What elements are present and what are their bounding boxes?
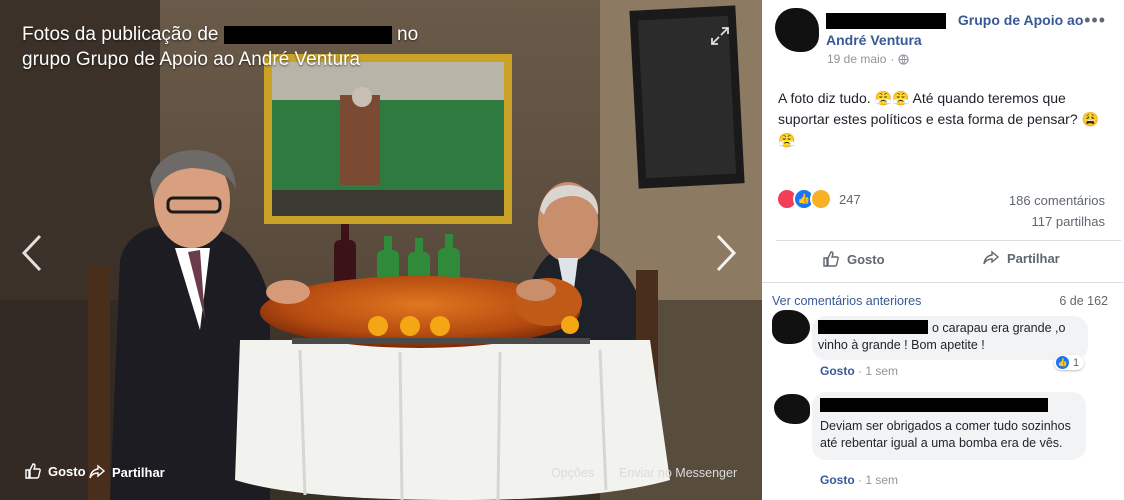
commenter-avatar[interactable]: [774, 394, 810, 424]
more-options-icon[interactable]: •••: [1084, 10, 1106, 31]
post-stats: 186 comentários 117 partilhas: [1009, 190, 1105, 232]
comment-like-badge[interactable]: 👍 1: [1054, 355, 1085, 370]
comments-count-link[interactable]: 186 comentários: [1009, 190, 1105, 211]
post-panel: Grupo de Apoio ao André Ventura ••• 19 d…: [762, 0, 1124, 500]
photo: [0, 0, 762, 500]
comment-time[interactable]: 1 sem: [865, 364, 898, 378]
previous-photo-button[interactable]: [18, 232, 46, 274]
redacted-commenter-name[interactable]: [820, 398, 1048, 412]
share-arrow-icon: [983, 250, 1000, 265]
viewer-like-label: Gosto: [48, 463, 86, 479]
shares-count-link[interactable]: 117 partilhas: [1009, 211, 1105, 232]
comment-actions: Gosto · 1 sem: [820, 473, 899, 487]
redacted-commenter-name[interactable]: [818, 320, 928, 334]
viewer-share-button[interactable]: Partilhar: [88, 464, 165, 480]
comment-text: Deviam ser obrigados a comer tudo sozinh…: [820, 419, 1071, 450]
comment-like-link[interactable]: Gosto: [820, 364, 855, 378]
send-in-messenger-link[interactable]: Enviar no Messenger: [619, 466, 737, 480]
post-header: Grupo de Apoio ao André Ventura: [826, 10, 1110, 50]
comment-time[interactable]: 1 sem: [865, 473, 898, 487]
share-button-label: Partilhar: [1007, 250, 1060, 266]
photo-caption: Fotos da publicação de no grupo Grupo de…: [22, 22, 452, 72]
divider: [762, 282, 1124, 283]
globe-icon: [898, 53, 910, 65]
redacted-author-name: [223, 25, 392, 44]
viewer-toolbar: Gosto Partilhar Opções Enviar no Messeng…: [0, 442, 762, 500]
caption-prefix: Fotos da publicação de: [22, 24, 219, 45]
post-date-text[interactable]: 19 de maio: [827, 52, 886, 66]
comment-bubble: o carapau era grande ,o vinho à grande !…: [812, 316, 1088, 360]
haha-reaction-icon: [810, 188, 832, 210]
chevron-left-icon: [21, 234, 42, 272]
caption-group: grupo Grupo de Apoio ao André Ventura: [22, 49, 361, 70]
thumbs-up-icon: [823, 251, 839, 267]
expand-icon[interactable]: [710, 26, 730, 46]
post-date: 19 de maio ·: [827, 52, 910, 66]
reactions-summary[interactable]: 👍 247: [776, 188, 861, 210]
comment-bubble: Deviam ser obrigados a comer tudo sozinh…: [812, 392, 1086, 460]
commenter-avatar[interactable]: [772, 310, 810, 344]
like-reaction-icon: 👍: [1056, 356, 1069, 369]
view-previous-comments-link[interactable]: Ver comentários anteriores: [772, 294, 921, 308]
comments-counter: 6 de 162: [1059, 294, 1108, 308]
divider: [776, 240, 1121, 241]
caption-suffix: no: [397, 24, 419, 45]
next-photo-button[interactable]: [712, 232, 740, 274]
post-text: A foto diz tudo. 😤😤 Até quando teremos q…: [778, 90, 1099, 148]
comment-actions: Gosto · 1 sem: [820, 364, 899, 378]
chevron-right-icon: [716, 234, 737, 272]
share-arrow-icon: [89, 464, 106, 479]
like-button-label: Gosto: [847, 251, 885, 267]
viewer-share-label: Partilhar: [112, 464, 165, 480]
redacted-author-name: [826, 13, 946, 30]
comment-like-count: 1: [1073, 356, 1080, 369]
author-avatar[interactable]: [775, 8, 819, 52]
viewer-like-button[interactable]: Gosto: [24, 462, 86, 480]
like-button[interactable]: Gosto: [822, 250, 885, 268]
share-button[interactable]: Partilhar: [982, 250, 1060, 266]
options-link[interactable]: Opções: [551, 466, 594, 480]
reaction-count: 247: [839, 191, 861, 207]
photo-viewer: Fotos da publicação de no grupo Grupo de…: [0, 0, 762, 500]
thumbs-up-icon: [25, 463, 41, 479]
comment-like-link[interactable]: Gosto: [820, 473, 855, 487]
